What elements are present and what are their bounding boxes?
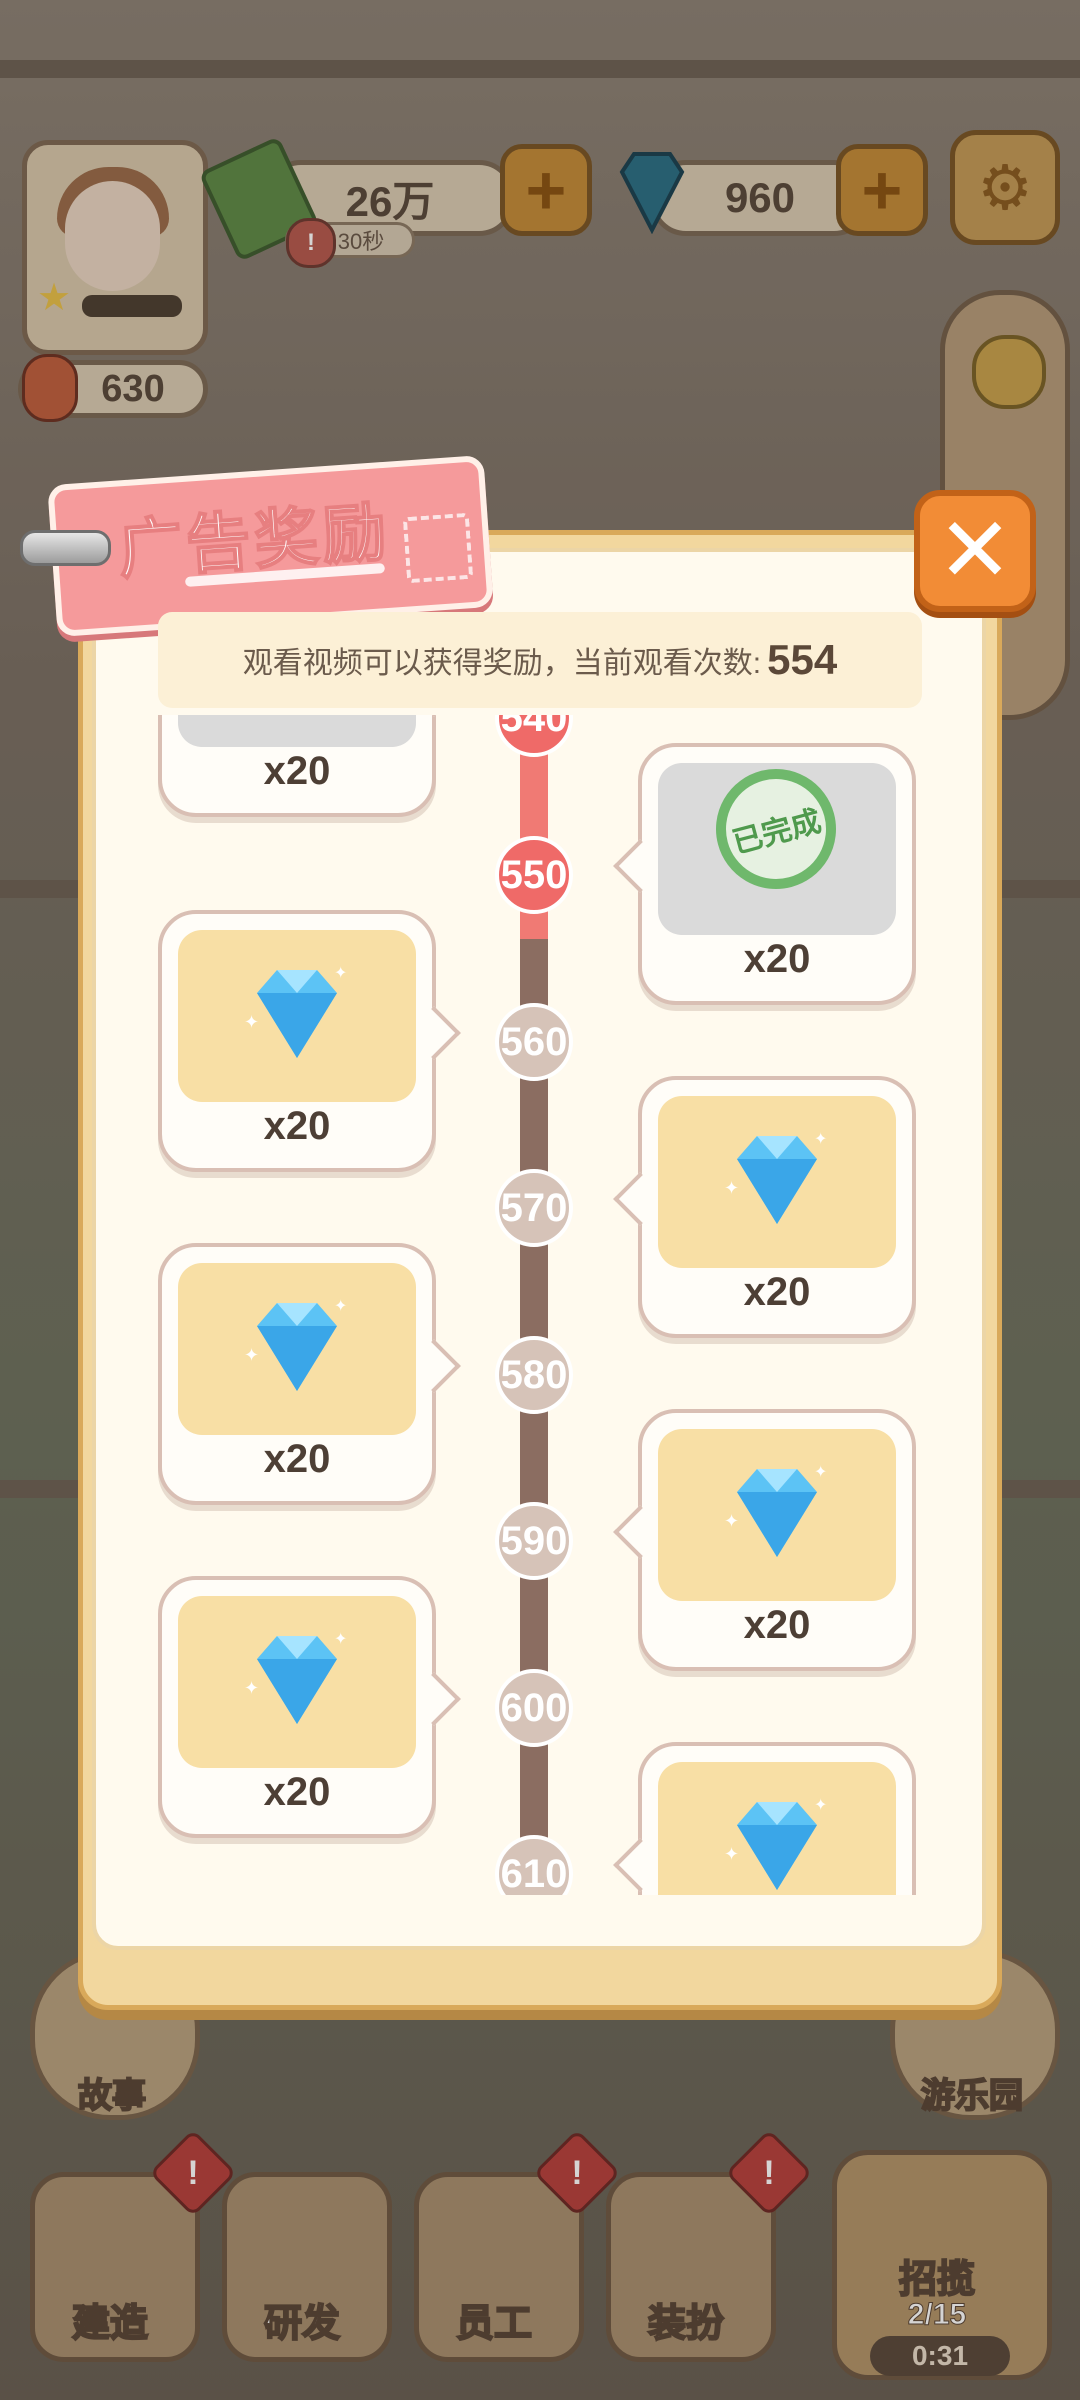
info-text: 观看视频可以获得奖励，当前观看次数: (242, 647, 762, 680)
svg-text:✦: ✦ (814, 1464, 827, 1481)
svg-text:✦: ✦ (334, 1631, 347, 1648)
reward-card[interactable]: ✦✦ x20 (613, 1409, 916, 1671)
reward-well: ✦ ✦ (658, 1762, 896, 1895)
milestone-node: 550 (495, 836, 573, 914)
reward-amount: x20 (743, 1603, 811, 1647)
reward-card[interactable]: ✦✦ x20 (158, 1576, 461, 1838)
svg-text:✦: ✦ (724, 1511, 739, 1531)
reward-amount: x20 (263, 1104, 331, 1148)
close-button[interactable]: ✕ (914, 490, 1036, 612)
stamp-text: 已完成 (729, 804, 825, 860)
milestone-node: 560 (495, 1003, 573, 1081)
svg-text:✦: ✦ (724, 1178, 739, 1198)
milestone-node: 540 (495, 715, 573, 757)
completed-stamp-icon: 已完成 (702, 755, 850, 903)
reward-well: ✦ ✦ (178, 930, 416, 1102)
svg-text:✦: ✦ (334, 1298, 347, 1315)
reward-well: ✦ ✦ (658, 1096, 896, 1268)
reward-well: ✦ ✦ (658, 1429, 896, 1601)
reward-card[interactable]: ✦✦ x20 (158, 910, 461, 1172)
reward-well: 已完成 (658, 755, 896, 935)
reward-amount: x20 (743, 1270, 811, 1314)
diamond-icon: ✦✦ (724, 1797, 827, 1890)
diamond-icon: ✦✦ (724, 1131, 827, 1224)
diamond-icon: ✦✦ (244, 965, 347, 1058)
svg-text:✦: ✦ (244, 1012, 259, 1032)
reward-well: ✦ ✦ (178, 1596, 416, 1768)
paperclip-icon (20, 530, 111, 566)
reward-amount: x20 (743, 937, 811, 981)
reward-well (178, 715, 416, 747)
diamond-icon: ✦✦ (244, 1298, 347, 1391)
reward-card[interactable]: ✦✦ x20 (613, 1076, 916, 1338)
gift-icon (402, 512, 474, 584)
reward-amount: x20 (263, 749, 331, 793)
svg-text:✦: ✦ (334, 965, 347, 982)
milestone-node: 610 (495, 1835, 573, 1895)
completed-stamp-icon (222, 715, 370, 729)
reward-card[interactable]: 已完成 x20 (613, 743, 916, 1005)
milestone-node: 580 (495, 1336, 573, 1414)
svg-text:✦: ✦ (244, 1345, 259, 1365)
reward-track[interactable]: 540 550 560 570 580 590 600 610 x20 已完成 … (130, 715, 960, 1895)
watch-count: 554 (767, 636, 838, 683)
diamond-icon: ✦✦ (244, 1631, 347, 1724)
watch-info-bar: 观看视频可以获得奖励，当前观看次数: 554 (158, 612, 922, 708)
milestone-node: 570 (495, 1169, 573, 1247)
milestone-node: 590 (495, 1502, 573, 1580)
svg-text:✦: ✦ (814, 1131, 827, 1148)
reward-amount: x20 (263, 1770, 331, 1814)
reward-card[interactable]: x20 (158, 715, 461, 817)
diamond-icon: ✦✦ (724, 1464, 827, 1557)
reward-card[interactable]: ✦✦ x20 (613, 1742, 916, 1895)
reward-card[interactable]: ✦✦ x20 (158, 1243, 461, 1505)
reward-amount: x20 (263, 1437, 331, 1481)
svg-text:✦: ✦ (814, 1797, 827, 1814)
reward-well: ✦ ✦ (178, 1263, 416, 1435)
svg-text:✦: ✦ (244, 1678, 259, 1698)
milestone-node: 600 (495, 1669, 573, 1747)
svg-text:✦: ✦ (724, 1844, 739, 1864)
close-icon: ✕ (937, 501, 1013, 601)
